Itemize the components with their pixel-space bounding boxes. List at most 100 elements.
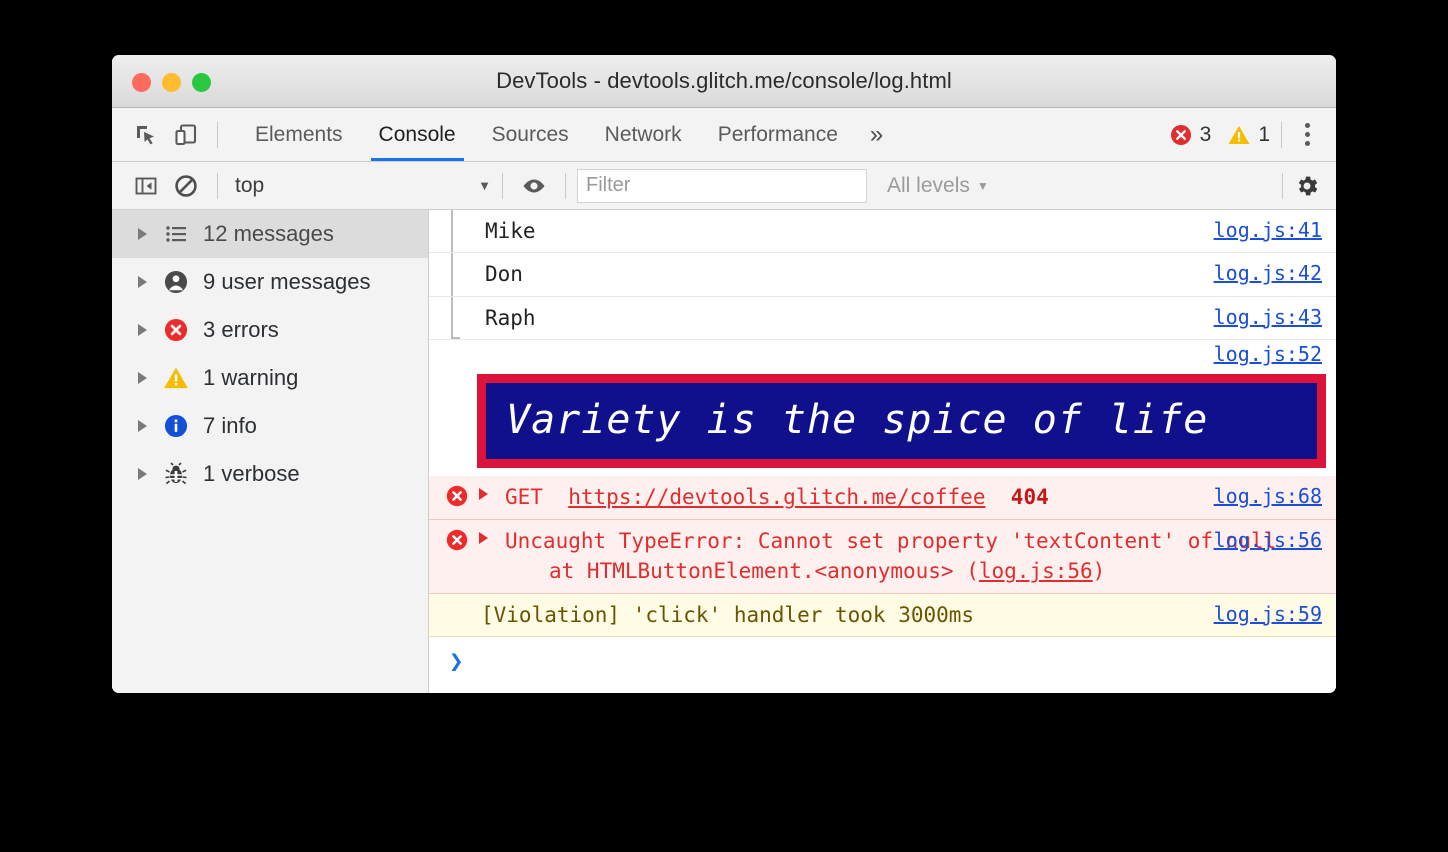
source-link[interactable]: log.js:41 [1214, 216, 1322, 245]
console-message-list: Mike log.js:41 Don log.js:42 Raph log.js… [429, 210, 1336, 693]
stack-frame: at HTMLButtonElement.<anonymous> (log.js… [505, 556, 1336, 586]
window-titlebar: DevTools - devtools.glitch.me/console/lo… [112, 55, 1336, 108]
warning-triangle-icon [163, 365, 189, 391]
request-method: GET [505, 485, 543, 510]
sidebar-item-errors[interactable]: 3 errors [112, 306, 428, 354]
prompt-chevron-icon: ❯ [449, 647, 464, 676]
source-link[interactable]: log.js:59 [1214, 600, 1322, 629]
console-filter-toolbar: top ▼ All levels ▼ [112, 162, 1336, 210]
sidebar-item-user-messages[interactable]: 9 user messages [112, 258, 428, 306]
traffic-lights [132, 73, 211, 92]
request-url-link[interactable]: https://devtools.glitch.me/coffee [568, 485, 985, 509]
source-link[interactable]: log.js:42 [1214, 259, 1322, 288]
minimize-window-button[interactable] [162, 73, 181, 92]
person-icon [163, 269, 189, 295]
sidebar-item-label: 3 errors [203, 317, 279, 342]
expand-arrow-icon[interactable] [138, 372, 147, 384]
warning-triangle-icon [1228, 125, 1250, 144]
sidebar-item-info[interactable]: 7 info [112, 402, 428, 450]
execution-context-selector[interactable]: top ▼ [229, 174, 491, 198]
console-row-log[interactable]: Mike log.js:41 [429, 210, 1336, 254]
console-row-exception[interactable]: Uncaught TypeError: Cannot set property … [429, 519, 1336, 594]
list-icon [163, 221, 189, 247]
log-level-selector[interactable]: All levels ▼ [887, 174, 989, 198]
kebab-menu-icon[interactable] [1293, 115, 1322, 154]
chevron-down-icon: ▼ [976, 178, 989, 193]
expand-arrow-icon[interactable] [138, 276, 147, 288]
stack-frame-close: ) [1092, 559, 1106, 584]
bug-icon [163, 461, 189, 487]
stack-frame-source-link[interactable]: log.js:56 [979, 559, 1093, 583]
sidebar-item-label: 7 info [203, 413, 257, 438]
console-row-log[interactable]: Don log.js:42 [429, 253, 1336, 297]
devtools-window: DevTools - devtools.glitch.me/console/lo… [112, 55, 1336, 693]
console-message-text: Don [485, 262, 523, 287]
console-message-text: Raph [485, 305, 536, 330]
error-count-label: 3 [1199, 122, 1212, 146]
tab-sources[interactable]: Sources [474, 108, 587, 161]
issue-counters: 3 1 [1153, 115, 1336, 154]
sidebar-item-label: 1 verbose [203, 461, 300, 486]
violation-message-text: [Violation] 'click' handler took 3000ms [481, 602, 975, 627]
window-title: DevTools - devtools.glitch.me/console/lo… [496, 68, 952, 93]
log-level-label: All levels [887, 173, 970, 197]
live-expression-icon[interactable] [514, 166, 554, 206]
maximize-window-button[interactable] [192, 73, 211, 92]
tab-elements[interactable]: Elements [237, 108, 361, 161]
sidebar-item-label: 1 warning [203, 365, 299, 390]
show-console-sidebar-icon[interactable] [126, 166, 166, 206]
inspect-element-icon[interactable] [126, 115, 166, 155]
device-toolbar-icon[interactable] [166, 115, 206, 155]
error-circle-icon [445, 484, 469, 516]
expand-arrow-icon[interactable] [138, 468, 147, 480]
sidebar-item-messages[interactable]: 12 messages [112, 210, 428, 258]
console-row-log[interactable]: Raph log.js:43 [429, 296, 1336, 341]
source-link[interactable]: log.js:43 [1214, 303, 1322, 332]
filter-input[interactable] [577, 168, 867, 203]
toolbar-divider [217, 121, 218, 148]
warning-counter[interactable]: 1 [1227, 123, 1270, 147]
panel-tabs: Elements Console Sources Network Perform… [237, 108, 897, 161]
expand-arrow-icon[interactable] [479, 488, 488, 501]
settings-gear-container[interactable] [1271, 172, 1336, 199]
chevron-down-icon: ▼ [478, 178, 491, 193]
filterbar-divider-1 [217, 172, 218, 199]
sidebar-item-verbose[interactable]: 1 verbose [112, 450, 428, 498]
console-row-styled[interactable]: log.js:52 Variety is the spice of life [429, 340, 1336, 469]
console-sidebar: 12 messages 9 user messages 3 errors 1 w… [112, 210, 429, 693]
expand-arrow-icon[interactable] [138, 228, 147, 240]
expand-arrow-icon[interactable] [479, 531, 488, 544]
console-prompt[interactable]: ❯ [429, 637, 1336, 693]
more-tabs-icon[interactable]: » [856, 122, 897, 147]
warning-count-label: 1 [1258, 122, 1270, 146]
expand-arrow-icon[interactable] [138, 324, 147, 336]
tab-network[interactable]: Network [587, 108, 700, 161]
source-link[interactable]: log.js:56 [1214, 526, 1322, 555]
filterbar-divider-2 [502, 172, 503, 199]
tab-console[interactable]: Console [361, 108, 474, 161]
tab-performance[interactable]: Performance [700, 108, 856, 161]
gear-icon [1298, 176, 1318, 195]
counter-divider [1281, 121, 1282, 148]
group-indent-line [451, 210, 453, 253]
console-row-network-error[interactable]: GET https://devtools.glitch.me/coffee 40… [429, 476, 1336, 520]
error-counter[interactable]: 3 [1169, 122, 1212, 147]
sidebar-item-label: 12 messages [203, 221, 334, 246]
console-message-text: Mike [485, 219, 536, 243]
error-circle-icon [445, 528, 469, 560]
source-link[interactable]: log.js:52 [1214, 340, 1322, 369]
devtools-tabbar: Elements Console Sources Network Perform… [112, 108, 1336, 162]
stack-frame-text: at HTMLButtonElement.<anonymous> ( [549, 559, 979, 584]
close-window-button[interactable] [132, 73, 151, 92]
console-body: 12 messages 9 user messages 3 errors 1 w… [112, 210, 1336, 693]
filterbar-divider-3 [565, 172, 566, 199]
execution-context-label: top [235, 173, 265, 197]
source-link[interactable]: log.js:68 [1214, 482, 1322, 511]
console-row-violation[interactable]: [Violation] 'click' handler took 3000ms … [429, 593, 1336, 638]
sidebar-item-label: 9 user messages [203, 269, 371, 294]
sidebar-item-warnings[interactable]: 1 warning [112, 354, 428, 402]
error-circle-icon [1170, 124, 1191, 145]
error-circle-icon [163, 317, 189, 343]
expand-arrow-icon[interactable] [138, 420, 147, 432]
clear-console-icon[interactable] [166, 166, 206, 206]
